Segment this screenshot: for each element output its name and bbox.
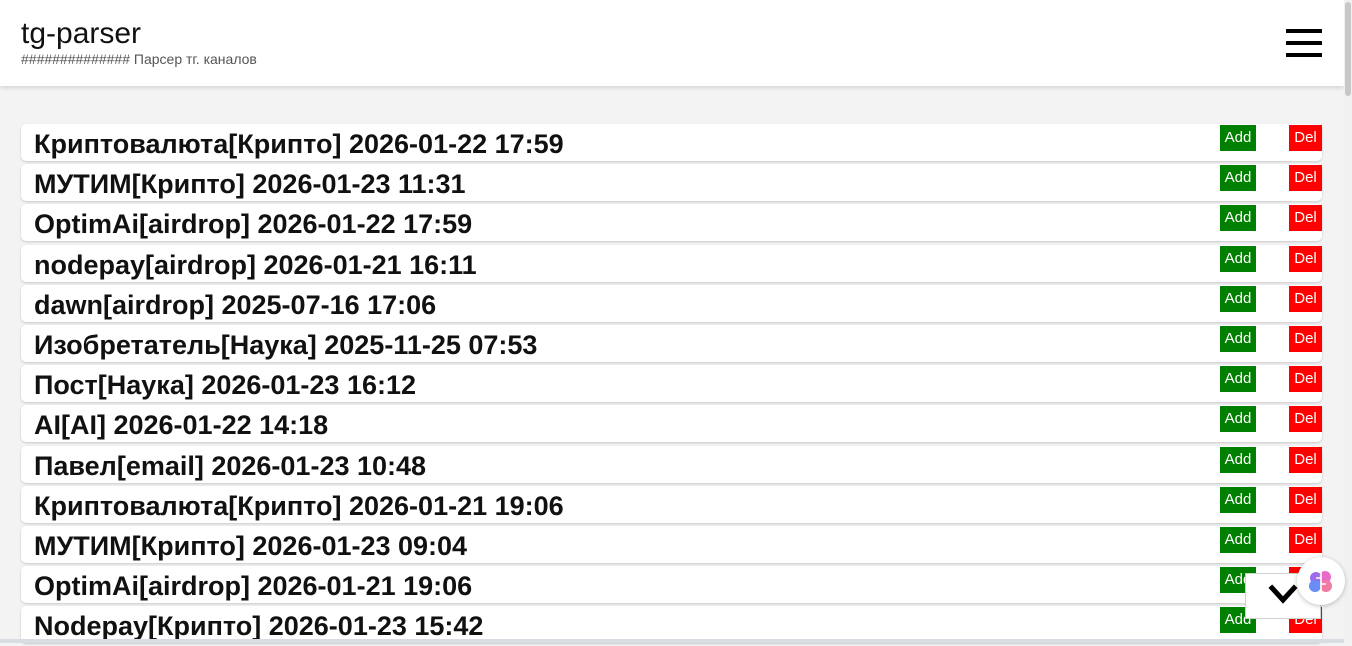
item-label: nodepay[airdrop] 2026-01-21 16:11 [34,249,477,280]
delete-button[interactable]: Del [1289,406,1322,433]
delete-button[interactable]: Del [1289,325,1322,352]
add-button[interactable]: Add [1220,446,1256,473]
delete-button[interactable]: Del [1289,526,1322,553]
list-item: МУТИМ[Крипто] 2026-01-23 09:04 Add Del [21,525,1322,563]
add-button[interactable]: Add [1220,205,1256,232]
item-label: dawn[airdrop] 2025-07-16 17:06 [34,289,437,320]
list-item: AI[AI] 2026-01-22 14:18 Add Del [21,405,1322,443]
app-subtitle: ############## Парсер тг. каналов [21,51,257,67]
delete-button[interactable]: Del [1289,366,1322,393]
scrollbar-thumb[interactable] [1345,2,1351,96]
channel-list: Криптовалюта[Крипто] 2026-01-22 17:59 Ad… [21,124,1322,646]
item-label: OptimAi[airdrop] 2026-01-22 17:59 [34,209,473,240]
item-label: OptimAi[airdrop] 2026-01-21 19:06 [34,571,473,602]
delete-button[interactable]: Del [1289,165,1322,192]
list-item: Криптовалюта[Крипто] 2026-01-22 17:59 Ad… [21,124,1322,161]
item-label: МУТИМ[Крипто] 2026-01-23 09:04 [34,530,468,561]
app-header: tg-parser ############## Парсер тг. кана… [0,0,1344,86]
list-item: Изобретатель[Наука] 2025-11-25 07:53 Add… [21,324,1322,362]
item-label: Криптовалюта[Крипто] 2026-01-22 17:59 [34,129,564,159]
list-item: Криптовалюта[Крипто] 2026-01-21 19:06 Ad… [21,485,1322,523]
list-item: nodepay[airdrop] 2026-01-21 16:11 Add De… [21,244,1322,282]
page-scrollbar[interactable] [1344,0,1352,643]
app-title: tg-parser [21,17,142,50]
assistant-button[interactable] [1297,557,1345,605]
list-item: Пост[Наука] 2026-01-23 16:12 Add Del [21,365,1322,403]
item-label: МУТИМ[Крипто] 2026-01-23 11:31 [34,169,466,200]
add-button[interactable]: Add [1220,366,1256,393]
add-button[interactable]: Add [1220,526,1256,553]
list-item: Nodepay[Крипто] 2026-01-23 15:42 Add Del [21,606,1322,644]
add-button[interactable]: Add [1220,125,1256,151]
list-item: OptimAi[airdrop] 2026-01-21 19:06 Add De… [21,566,1322,604]
add-button[interactable]: Add [1220,406,1256,433]
list-item: OptimAi[airdrop] 2026-01-22 17:59 Add De… [21,204,1322,242]
add-button[interactable]: Add [1220,165,1256,192]
brain-icon [1309,571,1332,592]
add-button[interactable]: Add [1220,325,1256,352]
item-label: Изобретатель[Наука] 2025-11-25 07:53 [34,329,538,360]
list-item: МУТИМ[Крипто] 2026-01-23 11:31 Add Del [21,164,1322,202]
list-item: Павел[email] 2026-01-23 10:48 Add Del [21,445,1322,483]
delete-button[interactable]: Del [1289,486,1322,513]
add-button[interactable]: Add [1220,245,1256,272]
list-item: dawn[airdrop] 2025-07-16 17:06 Add Del [21,284,1322,322]
delete-button[interactable]: Del [1289,205,1322,232]
item-label: AI[AI] 2026-01-22 14:18 [34,410,329,441]
delete-button[interactable]: Del [1289,245,1322,272]
delete-button[interactable]: Del [1289,446,1322,473]
add-button[interactable]: Add [1220,486,1256,513]
add-button[interactable]: Add [1220,285,1256,312]
delete-button[interactable]: Del [1289,125,1322,151]
item-label: Павел[email] 2026-01-23 10:48 [34,450,427,481]
item-label: Nodepay[Крипто] 2026-01-23 15:42 [34,611,484,642]
delete-button[interactable]: Del [1289,285,1322,312]
bottom-edge [0,639,1344,643]
hamburger-menu-icon[interactable] [1286,27,1322,59]
item-label: Криптовалюта[Крипто] 2026-01-21 19:06 [34,490,564,521]
item-label: Пост[Наука] 2026-01-23 16:12 [34,370,416,401]
